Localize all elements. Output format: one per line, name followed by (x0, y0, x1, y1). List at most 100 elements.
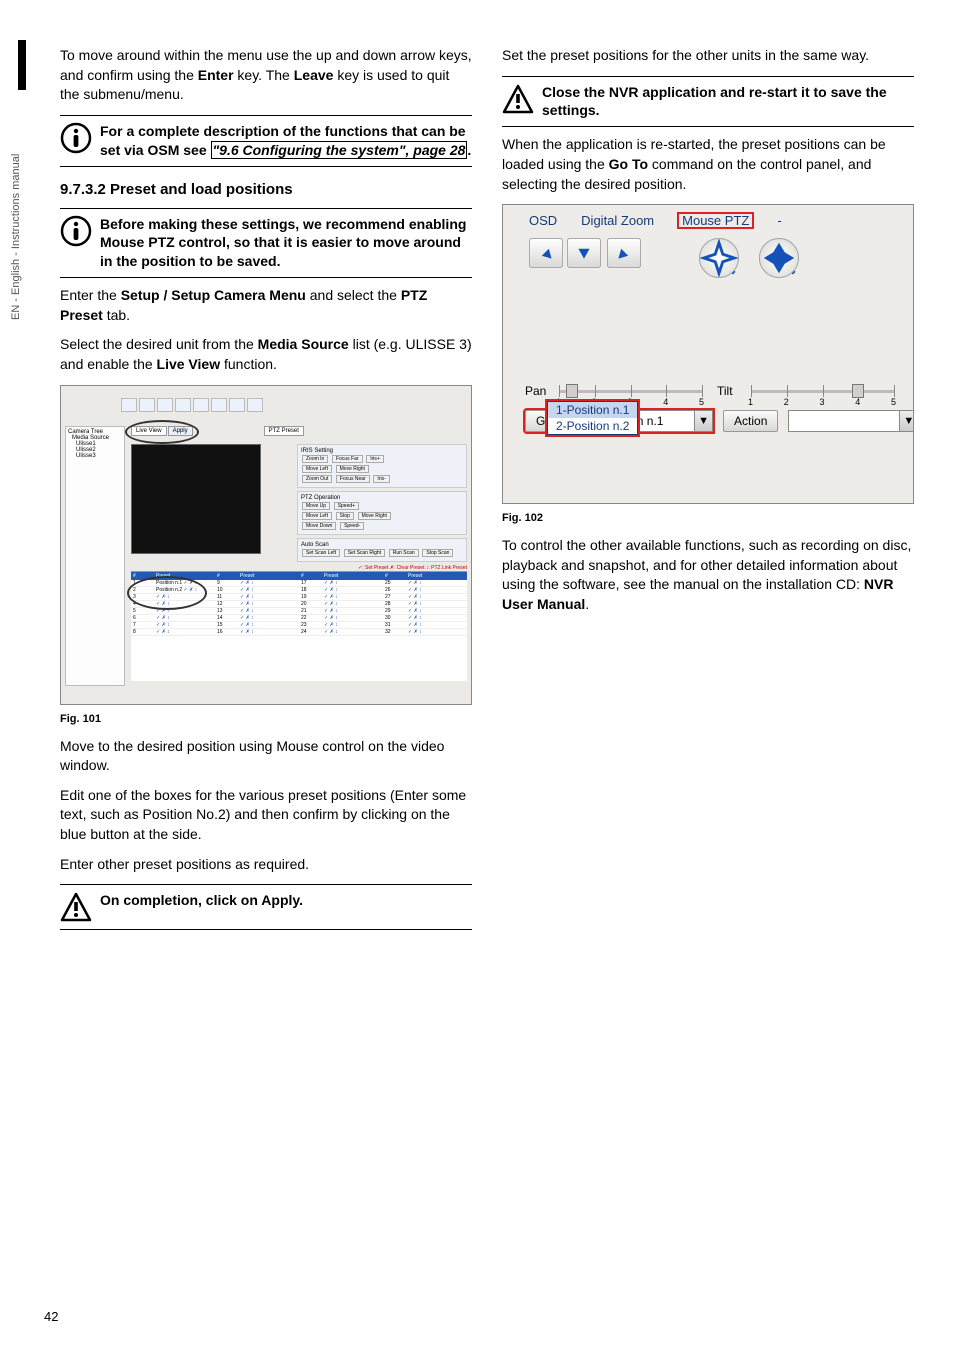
tab-osd[interactable]: OSD (529, 213, 557, 228)
preset-cell[interactable]: 20 (299, 601, 322, 608)
preset-cell[interactable]: ✓ ✗ ↕ (406, 629, 467, 636)
ptz-down-button[interactable] (567, 238, 601, 268)
preset-cell[interactable]: 21 (299, 608, 322, 615)
iris-close-button[interactable] (699, 238, 739, 278)
preset-cell[interactable]: 28 (383, 601, 406, 608)
preset-cell[interactable]: 32 (383, 629, 406, 636)
iris-button[interactable]: Iris+ (366, 455, 384, 463)
tab-mouse-ptz[interactable]: Mouse PTZ (678, 213, 753, 228)
preset-cell[interactable]: ✓ ✗ ↕ (238, 587, 299, 594)
preset-cell[interactable]: 30 (383, 615, 406, 622)
preset-cell[interactable]: ✓ ✗ ↕ (322, 594, 383, 601)
fig101-camera-tree[interactable]: Camera Tree Media Source Ulisse1 Ulisse2… (65, 426, 125, 686)
ptz-down-left-button[interactable] (607, 238, 641, 268)
tab-extra[interactable]: - (777, 213, 781, 228)
preset-cell[interactable]: ✓ ✗ ↕ (238, 594, 299, 601)
preset-cell[interactable]: 14 (215, 615, 238, 622)
preset-cell[interactable]: 16 (215, 629, 238, 636)
preset-cell[interactable]: ✓ ✗ ↕ (322, 615, 383, 622)
preset-cell[interactable]: 24 (299, 629, 322, 636)
preset-cell[interactable]: 18 (299, 587, 322, 594)
preset-cell[interactable]: 15 (215, 622, 238, 629)
preset-cell[interactable]: 23 (299, 622, 322, 629)
preset-cell[interactable]: ✓ ✗ ↕ (238, 601, 299, 608)
preset-cell[interactable]: ✓ ✗ ↕ (406, 615, 467, 622)
preset-cell[interactable]: ✓ ✗ ↕ (406, 608, 467, 615)
preset-cell[interactable]: 31 (383, 622, 406, 629)
pan-slider[interactable]: 1 2 3 4 5 (559, 382, 703, 400)
preset-cell[interactable]: 22 (299, 615, 322, 622)
iris-button[interactable]: Zoom In (302, 455, 328, 463)
toolbar-button[interactable] (175, 398, 191, 412)
preset-cell[interactable]: ✓ ✗ ↕ (322, 629, 383, 636)
preset-cell[interactable]: 9 (215, 580, 238, 587)
preset-cell[interactable]: ✓ ✗ ↕ (154, 615, 215, 622)
ptz-button[interactable]: Speed+ (334, 502, 359, 510)
preset-cell[interactable]: 29 (383, 608, 406, 615)
toolbar-button[interactable] (229, 398, 245, 412)
dropdown-option[interactable]: 1-Position n.1 (548, 402, 637, 418)
preset-cell[interactable]: ✓ ✗ ↕ (406, 580, 467, 587)
preset-cell[interactable]: 8 (131, 629, 154, 636)
toolbar-button[interactable] (193, 398, 209, 412)
preset-cell[interactable]: 19 (299, 594, 322, 601)
preset-cell[interactable]: 26 (383, 587, 406, 594)
autoscan-button[interactable]: Set Scan Left (302, 549, 340, 557)
preset-cell[interactable]: ✓ ✗ ↕ (322, 608, 383, 615)
tilt-slider[interactable]: 1 2 3 4 5 (751, 382, 895, 400)
ptz-button[interactable]: Speed- (340, 522, 364, 530)
preset-cell[interactable]: ✓ ✗ ↕ (238, 615, 299, 622)
ptz-button[interactable]: Move Down (302, 522, 336, 530)
preset-cell[interactable]: ✓ ✗ ↕ (322, 622, 383, 629)
preset-cell[interactable]: ✓ ✗ ↕ (238, 622, 299, 629)
iris-button[interactable]: Zoom Out (302, 475, 332, 483)
preset-cell[interactable]: ✓ ✗ ↕ (154, 629, 215, 636)
preset-cell[interactable]: ✓ ✗ ↕ (322, 587, 383, 594)
preset-cell[interactable]: ✓ ✗ ↕ (238, 608, 299, 615)
fig101-ptz-preset-tab[interactable]: PTZ Preset (264, 426, 304, 436)
preset-cell[interactable]: ✓ ✗ ↕ (154, 622, 215, 629)
preset-cell[interactable]: 6 (131, 615, 154, 622)
iris-button[interactable]: Iris- (373, 475, 389, 483)
preset-cell[interactable]: ✓ ✗ ↕ (238, 629, 299, 636)
note1-reference-link[interactable]: "9.6 Configuring the system", page 28 (211, 141, 468, 159)
toolbar-button[interactable] (211, 398, 227, 412)
preset-cell[interactable]: 12 (215, 601, 238, 608)
preset-cell[interactable]: ✓ ✗ ↕ (322, 580, 383, 587)
preset-cell[interactable]: 10 (215, 587, 238, 594)
dropdown-option[interactable]: 2-Position n.2 (548, 418, 637, 434)
autoscan-button[interactable]: Stop Scan (422, 549, 453, 557)
chevron-down-icon[interactable]: ▼ (899, 411, 914, 431)
toolbar-button[interactable] (139, 398, 155, 412)
preset-cell[interactable]: 11 (215, 594, 238, 601)
preset-cell[interactable]: 13 (215, 608, 238, 615)
tab-digital-zoom[interactable]: Digital Zoom (581, 213, 654, 228)
action-button[interactable]: Action (723, 410, 778, 432)
ptz-button[interactable]: Move Left (302, 512, 332, 520)
preset-cell[interactable]: ✓ ✗ ↕ (238, 580, 299, 587)
iris-button[interactable]: Move Right (336, 465, 369, 473)
ptz-down-right-button[interactable] (529, 238, 563, 268)
fig101-video-preview[interactable] (131, 444, 261, 554)
iris-button[interactable]: Focus Far (332, 455, 363, 463)
preset-cell[interactable]: 17 (299, 580, 322, 587)
ptz-button[interactable]: Move Up (302, 502, 330, 510)
preset-cell[interactable]: ✓ ✗ ↕ (322, 601, 383, 608)
tree-item[interactable]: Ulisse3 (68, 453, 122, 459)
toolbar-button[interactable] (247, 398, 263, 412)
preset-cell[interactable]: 7 (131, 622, 154, 629)
iris-button[interactable]: Move Left (302, 465, 332, 473)
preset-cell[interactable]: ✓ ✗ ↕ (406, 601, 467, 608)
toolbar-button[interactable] (121, 398, 137, 412)
ptz-button[interactable]: Move Right (358, 512, 391, 520)
iris-button[interactable]: Focus Near (336, 475, 370, 483)
preset-cell[interactable]: ✓ ✗ ↕ (406, 587, 467, 594)
preset-cell[interactable]: ✓ ✗ ↕ (406, 622, 467, 629)
preset-cell[interactable]: 27 (383, 594, 406, 601)
preset-cell[interactable]: ✓ ✗ ↕ (406, 594, 467, 601)
autoscan-button[interactable]: Run Scan (389, 549, 419, 557)
iris-open-button[interactable] (759, 238, 799, 278)
action-dropdown[interactable]: ▼ (788, 410, 914, 432)
autoscan-button[interactable]: Set Scan Right (344, 549, 385, 557)
chevron-down-icon[interactable]: ▼ (694, 411, 712, 431)
